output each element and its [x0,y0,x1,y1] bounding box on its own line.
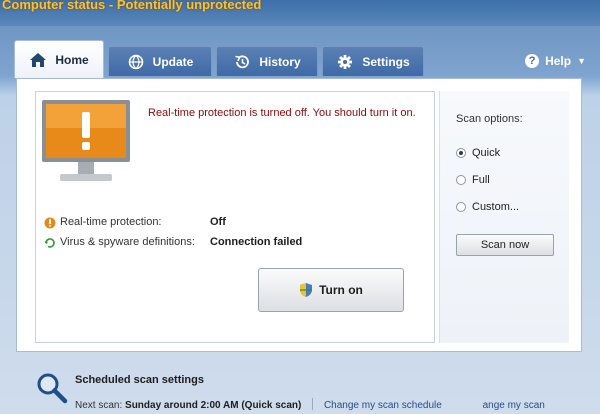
radio-quick[interactable] [456,147,466,158]
scan-now-button[interactable]: Scan now [456,234,554,256]
scan-option-full[interactable]: Full [456,166,569,193]
scan-option-custom[interactable]: Custom... [456,193,569,220]
scan-option-quick[interactable]: Quick [456,139,569,166]
radio-full[interactable] [456,174,466,185]
chevron-down-icon: ▼ [577,56,586,66]
status-value: Off [210,216,226,228]
tab-history-label: History [259,54,301,69]
tab-history[interactable]: History [216,46,318,76]
status-label: Virus & spyware definitions: [60,236,195,248]
next-scan-value: Sunday around 2:00 AM (Quick scan) [125,400,302,411]
refresh-icon [44,238,55,248]
divider [312,398,314,410]
radio-custom[interactable] [456,201,466,212]
warning-monitor-icon [42,100,130,181]
warning-icon [44,217,56,229]
history-icon [235,54,250,68]
change-schedule-link[interactable]: Change my scan schedule [324,400,442,411]
status-label: Real-time protection: [60,216,162,228]
tab-home-label: Home [55,52,89,67]
next-scan-line: Next scan: Sunday around 2:00 AM (Quick … [75,398,545,411]
scan-option-label: Full [472,173,490,186]
turn-on-button[interactable]: Turn on [258,268,404,312]
scheduled-scan-title: Scheduled scan settings [75,374,204,386]
change-schedule-link-partial[interactable]: ange my scan [483,400,545,411]
window-title: Computer status - Potentially unprotecte… [2,0,262,12]
shield-icon [300,283,313,297]
tab-settings[interactable]: Settings [322,46,424,76]
scan-options-panel: Scan options: Quick Full Custom... Scan … [439,91,569,343]
tab-settings-label: Settings [362,54,410,69]
home-panel: Real-time protection is turned off. You … [16,78,582,352]
tab-update[interactable]: Update [108,46,212,76]
scan-option-label: Quick [472,146,501,159]
tab-home[interactable]: Home [14,40,104,78]
magnifier-icon [37,373,68,404]
tab-update-label: Update [152,54,194,69]
title-bar: Computer status - Potentially unprotecte… [0,0,600,26]
gear-icon [338,54,353,69]
help-label: Help [545,54,572,68]
help-menu[interactable]: ? Help ▼ [525,54,586,68]
globe-update-icon [128,54,143,69]
alert-message: Real-time protection is turned off. You … [148,107,416,119]
home-icon [30,52,47,67]
help-icon: ? [525,54,540,68]
scan-options-title: Scan options: [456,113,523,125]
status-area: Real-time protection is turned off. You … [35,91,435,343]
status-value: Connection failed [210,236,303,248]
turn-on-label: Turn on [319,283,363,297]
next-scan-label: Next scan: [75,400,123,411]
scan-option-label: Custom... [472,200,520,213]
